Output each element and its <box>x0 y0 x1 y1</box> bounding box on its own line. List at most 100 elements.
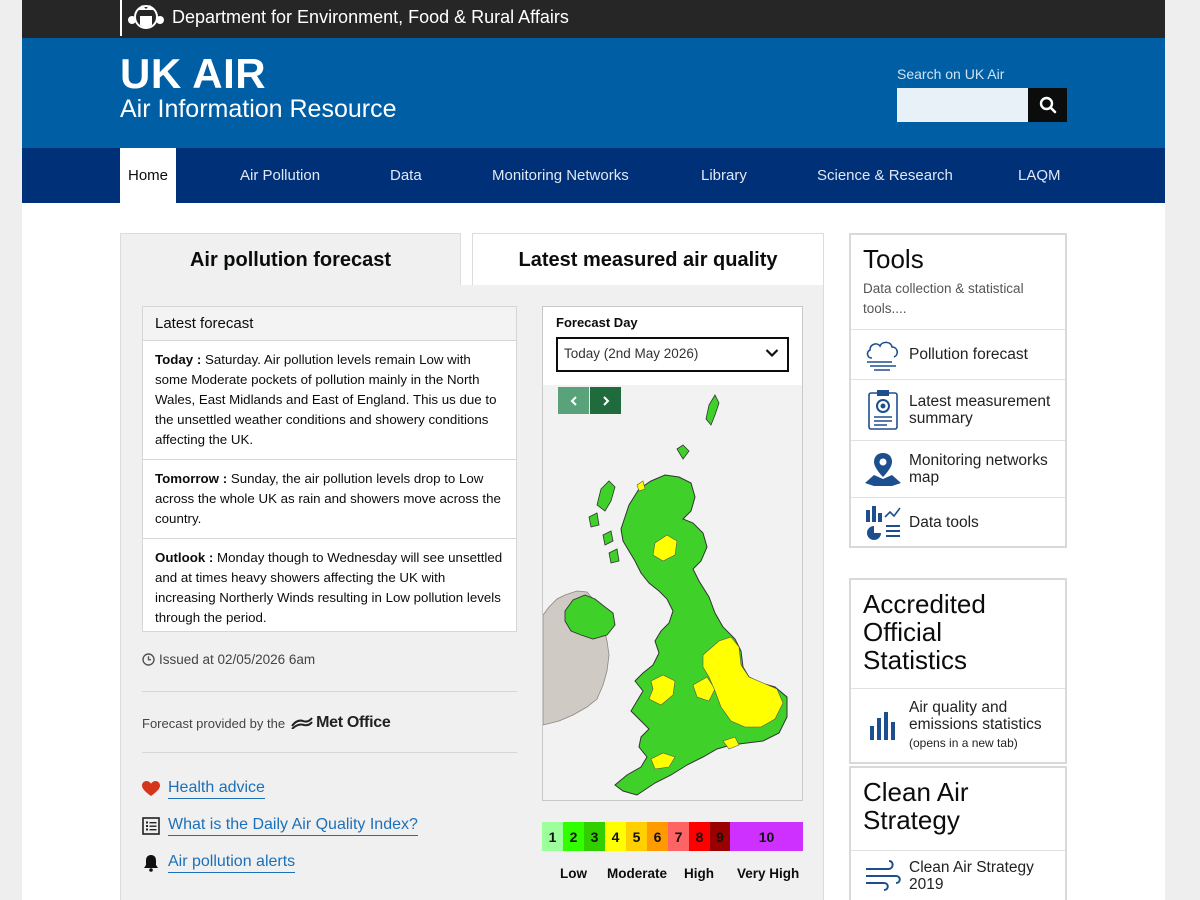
daqi-link[interactable]: What is the Daily Air Quality Index? <box>168 816 418 836</box>
tools-card: Tools Data collection & statistical tool… <box>849 233 1067 548</box>
daqi-band-9: 9 <box>710 822 730 851</box>
clean-air-title: Clean Air Strategy <box>863 777 969 835</box>
main-navigation: Home Air Pollution Data Monitoring Netwo… <box>22 148 1165 203</box>
site-title[interactable]: UK AIR <box>120 50 266 98</box>
met-office-logo[interactable]: Met Office <box>291 714 391 732</box>
nav-monitoring-networks[interactable]: Monitoring Networks <box>484 148 637 203</box>
forecast-day-label: Forecast Day <box>556 315 638 330</box>
forecast-day-controls: Forecast Day Today (2nd May 2026) <box>543 307 802 385</box>
tool-pollution-forecast-label: Pollution forecast <box>909 346 1028 363</box>
met-office-logo-text: Met Office <box>316 714 391 731</box>
clipboard-icon <box>868 390 898 430</box>
tool-latest-measurement-summary[interactable]: Latest measurement summary <box>851 379 1065 440</box>
cloud-wind-icon <box>866 341 898 371</box>
issued-text: Issued at 02/05/2026 6am <box>159 652 316 667</box>
forecast-tomorrow: Tomorrow : Sunday, the air pollution lev… <box>143 460 516 539</box>
forecast-day-value: Today (2nd May 2026) <box>564 346 699 361</box>
forecast-outlook: Outlook : Monday though to Wednesday wil… <box>143 539 516 637</box>
legend-label-low: Low <box>560 866 587 881</box>
issued-time: Issued at 02/05/2026 6am <box>142 652 315 667</box>
tab-latest-measured[interactable]: Latest measured air quality <box>472 233 824 286</box>
met-office-swoosh-icon <box>291 717 313 729</box>
previous-day-button[interactable] <box>558 387 589 414</box>
search-button[interactable] <box>1028 88 1067 122</box>
clean-air-strategy-2019-label: Clean Air Strategy 2019 <box>909 859 1034 893</box>
daqi-band-5: 5 <box>626 822 647 851</box>
tools-description: Data collection & statistical tools.... <box>863 281 1024 316</box>
daqi-band-4: 4 <box>605 822 626 851</box>
department-title[interactable]: Department for Environment, Food & Rural… <box>172 7 569 28</box>
forecast-map: Forecast Day Today (2nd May 2026) <box>542 306 803 801</box>
latest-forecast-heading: Latest forecast <box>143 307 516 341</box>
divider <box>142 691 517 692</box>
alerts-link[interactable]: Air pollution alerts <box>168 853 296 873</box>
forecast-tomorrow-label: Tomorrow : <box>155 471 228 486</box>
daqi-band-1: 1 <box>542 822 563 851</box>
clean-air-strategy-2019-link[interactable]: Clean Air Strategy 2019 <box>851 850 1065 900</box>
forecast-today-label: Today : <box>155 352 202 367</box>
latest-forecast-box: Latest forecast Today : Saturday. Air po… <box>142 306 517 632</box>
nav-library[interactable]: Library <box>693 148 755 203</box>
next-day-button[interactable] <box>590 387 621 414</box>
search-label: Search on UK Air <box>897 66 1005 82</box>
clean-air-strategy-card: Clean Air Strategy Clean Air Strategy 20… <box>849 766 1067 900</box>
site-subtitle: Air Information Resource <box>120 95 397 123</box>
heart-icon <box>142 781 160 796</box>
forecast-provider: Forecast provided by the Met Office <box>142 714 391 732</box>
accredited-title: Accredited Official Statistics <box>863 589 986 675</box>
tool-data-tools-label: Data tools <box>909 513 979 531</box>
clock-icon <box>142 653 155 666</box>
gov-header: Department for Environment, Food & Rural… <box>22 0 1165 38</box>
search-icon <box>1039 96 1056 114</box>
tool-data-tools[interactable]: Data tools <box>851 497 1065 546</box>
forecast-today-text: Saturday. Air pollution levels remain Lo… <box>155 352 497 447</box>
alerts-row: Air pollution alerts <box>142 853 296 873</box>
forecast-day-select[interactable]: Today (2nd May 2026) <box>556 337 789 372</box>
nav-science-research[interactable]: Science & Research <box>809 148 961 203</box>
health-advice-link[interactable]: Health advice <box>168 779 265 799</box>
nav-data[interactable]: Data <box>382 148 430 203</box>
nav-air-pollution[interactable]: Air Pollution <box>232 148 328 203</box>
tool-monitoring-networks-map-label: Monitoring networks map <box>909 452 1048 486</box>
chevron-left-icon <box>570 395 577 406</box>
bell-icon <box>144 855 158 872</box>
chevron-down-icon <box>765 349 779 358</box>
opens-new-tab-note: (opens in a new tab) <box>909 736 1018 750</box>
daqi-legend: 1 2 3 4 5 6 7 8 9 10 <box>542 822 803 851</box>
daqi-row: What is the Daily Air Quality Index? <box>142 816 418 836</box>
tab-air-pollution-forecast[interactable]: Air pollution forecast <box>120 233 461 286</box>
list-icon <box>142 817 160 835</box>
tool-monitoring-networks-map[interactable]: Monitoring networks map <box>851 440 1065 497</box>
daqi-band-8: 8 <box>689 822 710 851</box>
forecast-today: Today : Saturday. Air pollution levels r… <box>143 341 516 460</box>
legend-label-high: High <box>684 866 714 881</box>
royal-crest-icon <box>120 0 164 36</box>
uk-map[interactable] <box>543 385 802 800</box>
site-header: UK AIR Air Information Resource Search o… <box>22 38 1165 148</box>
legend-label-moderate: Moderate <box>607 866 668 881</box>
chevron-right-icon <box>602 395 609 406</box>
tool-latest-measurement-summary-label: Latest measurement summary <box>909 393 1051 427</box>
daqi-band-6: 6 <box>647 822 668 851</box>
chart-tools-icon <box>866 506 901 540</box>
bar-chart-icon <box>870 711 895 740</box>
wind-icon <box>866 860 901 891</box>
daqi-band-7: 7 <box>668 822 689 851</box>
air-quality-emissions-statistics-label: Air quality and emissions statistics <box>909 699 1042 733</box>
accredited-statistics-card: Accredited Official Statistics Air quali… <box>849 578 1067 764</box>
daqi-band-10: 10 <box>730 822 803 851</box>
tool-pollution-forecast[interactable]: Pollution forecast <box>851 329 1065 379</box>
daqi-band-3: 3 <box>584 822 605 851</box>
tools-title: Tools <box>863 244 924 274</box>
search-input[interactable] <box>897 88 1028 122</box>
health-advice-row: Health advice <box>142 779 265 799</box>
legend-label-very-high: Very High <box>737 866 800 881</box>
forecast-outlook-label: Outlook : <box>155 550 214 565</box>
air-quality-emissions-statistics-link[interactable]: Air quality and emissions statistics (op… <box>851 688 1065 762</box>
daqi-band-2: 2 <box>563 822 584 851</box>
nav-home[interactable]: Home <box>120 148 176 203</box>
provided-by-text: Forecast provided by the <box>142 715 286 731</box>
divider <box>142 752 517 753</box>
map-pin-icon <box>865 453 901 486</box>
nav-laqm[interactable]: LAQM <box>1010 148 1069 203</box>
